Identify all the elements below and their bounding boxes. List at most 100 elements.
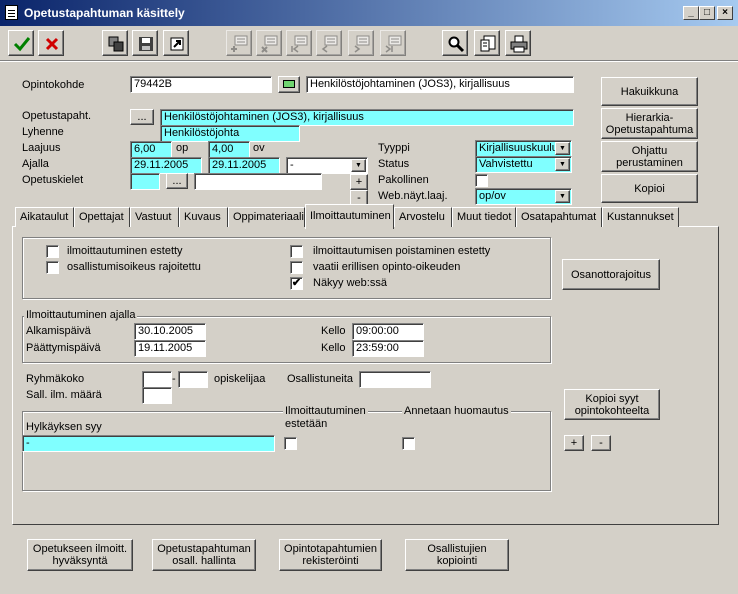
sall-ilm-maara-input[interactable] xyxy=(142,387,172,404)
tab-osatapahtumat[interactable]: Osatapahtumat xyxy=(516,207,602,227)
opetustapaht-ellipsis-button[interactable]: ... xyxy=(130,109,154,125)
registration-period-group xyxy=(22,316,551,363)
ajalla-label: Ajalla xyxy=(22,158,49,170)
remove-reason-button[interactable]: - xyxy=(591,435,611,451)
annetaan-huomautus-header: Annetaan huomautus xyxy=(402,405,511,417)
hylkayksen-syy-input[interactable]: - xyxy=(22,435,275,452)
search-button[interactable] xyxy=(442,30,468,56)
chevron-down-icon[interactable]: ▼ xyxy=(351,159,366,172)
hakuikkuna-label: Hakuikkuna xyxy=(620,85,679,98)
export-button[interactable] xyxy=(163,30,189,56)
tab-opettajat[interactable]: Opettajat xyxy=(74,207,130,227)
last-record-button[interactable] xyxy=(380,30,406,56)
tyyppi-select[interactable]: Kirjallisuuskuulu ▼ xyxy=(475,140,572,157)
alkamispaiva-input[interactable]: 30.10.2005 xyxy=(134,323,206,340)
first-record-button[interactable] xyxy=(286,30,312,56)
minimize-button[interactable]: _ xyxy=(683,6,699,20)
title-bar[interactable]: Opetustapahtuman käsittely _ □ × xyxy=(0,0,738,26)
status-label: Status xyxy=(378,158,410,170)
chevron-down-icon[interactable]: ▼ xyxy=(555,190,570,203)
add-reason-button[interactable]: + xyxy=(564,435,584,451)
ajalla-select[interactable]: - ▼ xyxy=(286,157,368,174)
ajalla-end-input[interactable]: 29.11.2005 xyxy=(208,157,280,174)
osanottorajoitus-button[interactable]: Osanottorajoitus xyxy=(562,259,660,290)
bottom-btn-4-line2: kopiointi xyxy=(436,555,478,567)
insert-record-button[interactable] xyxy=(226,30,252,56)
maximize-button[interactable]: □ xyxy=(699,6,715,20)
hierarkia-button[interactable]: Hierarkia- Opetustapahtuma xyxy=(601,108,698,139)
opetuskielet-code-input[interactable] xyxy=(130,173,160,190)
ohjattu-perustaminen-button[interactable]: Ohjattu perustaminen xyxy=(601,141,698,172)
opetukseen-ilmoitt-hyvaksynta-button[interactable]: Opetukseen ilmoitt. hyväksyntä xyxy=(27,539,133,571)
previous-record-button[interactable] xyxy=(316,30,342,56)
paattymispaiva-input[interactable]: 19.11.2005 xyxy=(134,340,206,357)
kopioi-button[interactable]: Kopioi xyxy=(601,174,698,203)
status-select[interactable]: Vahvistettu ▼ xyxy=(475,156,572,173)
poistaminen-checkbox[interactable] xyxy=(290,245,303,258)
tab-kuvaus[interactable]: Kuvaus xyxy=(179,207,228,227)
opetuskielet-ellipsis-button[interactable]: ... xyxy=(166,173,188,189)
accept-button[interactable] xyxy=(8,30,34,56)
web-laajuus-select[interactable]: op/ov ▼ xyxy=(475,188,572,205)
kopioi-syyt-label-line2: opintokohteelta xyxy=(574,404,650,417)
ohjattu-label-line1: Ohjattu xyxy=(631,144,668,157)
ryhmakoko-label: Ryhmäkoko xyxy=(26,373,85,385)
opintokohde-lookup-button[interactable] xyxy=(278,76,300,93)
estetty-checkbox[interactable] xyxy=(46,245,59,258)
kopioi-syyt-button[interactable]: Kopioi syyt opintokohteelta xyxy=(564,389,660,420)
opintokohde-input[interactable]: 79442B xyxy=(130,76,272,93)
kello-start-input[interactable]: 09:00:00 xyxy=(352,323,424,340)
nakyy-checkbox[interactable]: ✔ xyxy=(290,277,303,290)
osallistuneita-input[interactable] xyxy=(359,371,431,388)
hakuikkuna-button[interactable]: Hakuikkuna xyxy=(601,77,698,106)
hierarkia-label-line2: Opetustapahtuma xyxy=(605,123,694,136)
bottom-btn-3-line2: rekisteröinti xyxy=(302,555,359,567)
ajalla-start-input[interactable]: 29.11.2005 xyxy=(130,157,202,174)
tab-oppimateriaali[interactable]: Oppimateriaali xyxy=(228,207,305,227)
ryhmakoko-max-input[interactable] xyxy=(178,371,208,388)
details-button[interactable] xyxy=(474,30,500,56)
laajuus-ov-input[interactable]: 4,00 xyxy=(208,141,250,158)
tab-muut-tiedot[interactable]: Muut tiedot xyxy=(452,207,516,227)
tab-ilmoittautuminen[interactable]: Ilmoittautuminen xyxy=(305,204,394,229)
next-record-icon xyxy=(354,35,370,53)
close-button[interactable]: × xyxy=(717,6,733,20)
rekisterointi-button[interactable]: Opintotapahtumien rekisteröinti xyxy=(279,539,382,571)
next-record-button[interactable] xyxy=(348,30,374,56)
save-button[interactable] xyxy=(132,30,158,56)
tab-vastuut[interactable]: Vastuut xyxy=(130,207,179,227)
tab-kustannukset[interactable]: Kustannukset xyxy=(602,207,679,227)
pakollinen-checkbox[interactable] xyxy=(475,174,488,187)
opetustapaht-name-input[interactable]: Henkilöstöjohtaminen (JOS3), kirjallisuu… xyxy=(160,109,574,126)
ilmoittautuminen-estetaan-checkbox[interactable] xyxy=(284,437,297,450)
chevron-down-icon[interactable]: ▼ xyxy=(555,158,570,171)
ryhmakoko-min-input[interactable] xyxy=(142,371,172,388)
rajoitettu-checkbox[interactable] xyxy=(46,261,59,274)
ohjattu-label-line2: perustaminen xyxy=(616,156,683,169)
opetuskielet-name-input[interactable] xyxy=(194,173,322,190)
bottom-btn-1-line2: hyväksyntä xyxy=(52,555,108,567)
cancel-button[interactable] xyxy=(38,30,64,56)
annetaan-huomautus-checkbox[interactable] xyxy=(402,437,415,450)
tab-aikataulut[interactable]: Aikataulut xyxy=(15,207,74,227)
osall-hallinta-button[interactable]: Opetustapahtuman osall. hallinta xyxy=(152,539,256,571)
print-button[interactable] xyxy=(505,30,531,56)
estetty-label: ilmoittautuminen estetty xyxy=(67,245,183,257)
copy-button[interactable] xyxy=(102,30,128,56)
delete-record-button[interactable] xyxy=(256,30,282,56)
kello-end-input[interactable]: 23:59:00 xyxy=(352,340,424,357)
chevron-down-icon[interactable]: ▼ xyxy=(555,142,570,155)
tab-arvostelu[interactable]: Arvostelu xyxy=(394,207,452,227)
export-icon xyxy=(170,37,184,51)
opintokohde-name-field[interactable]: Henkilöstöjohtaminen (JOS3), kirjallisuu… xyxy=(306,76,574,93)
ov-unit-label: ov xyxy=(253,142,265,154)
save-icon xyxy=(139,37,153,51)
osallistujien-kopiointi-button[interactable]: Osallistujien kopiointi xyxy=(405,539,509,571)
cancel-x-icon xyxy=(45,37,59,51)
lookup-icon xyxy=(283,80,295,88)
lyhenne-input[interactable]: Henkilöstöjohta xyxy=(160,125,300,142)
add-language-button[interactable]: + xyxy=(350,174,368,190)
erillinen-checkbox[interactable] xyxy=(290,261,303,274)
laajuus-op-input[interactable]: 6,00 xyxy=(130,141,172,158)
poistaminen-label: ilmoittautumisen poistaminen estetty xyxy=(313,245,491,257)
